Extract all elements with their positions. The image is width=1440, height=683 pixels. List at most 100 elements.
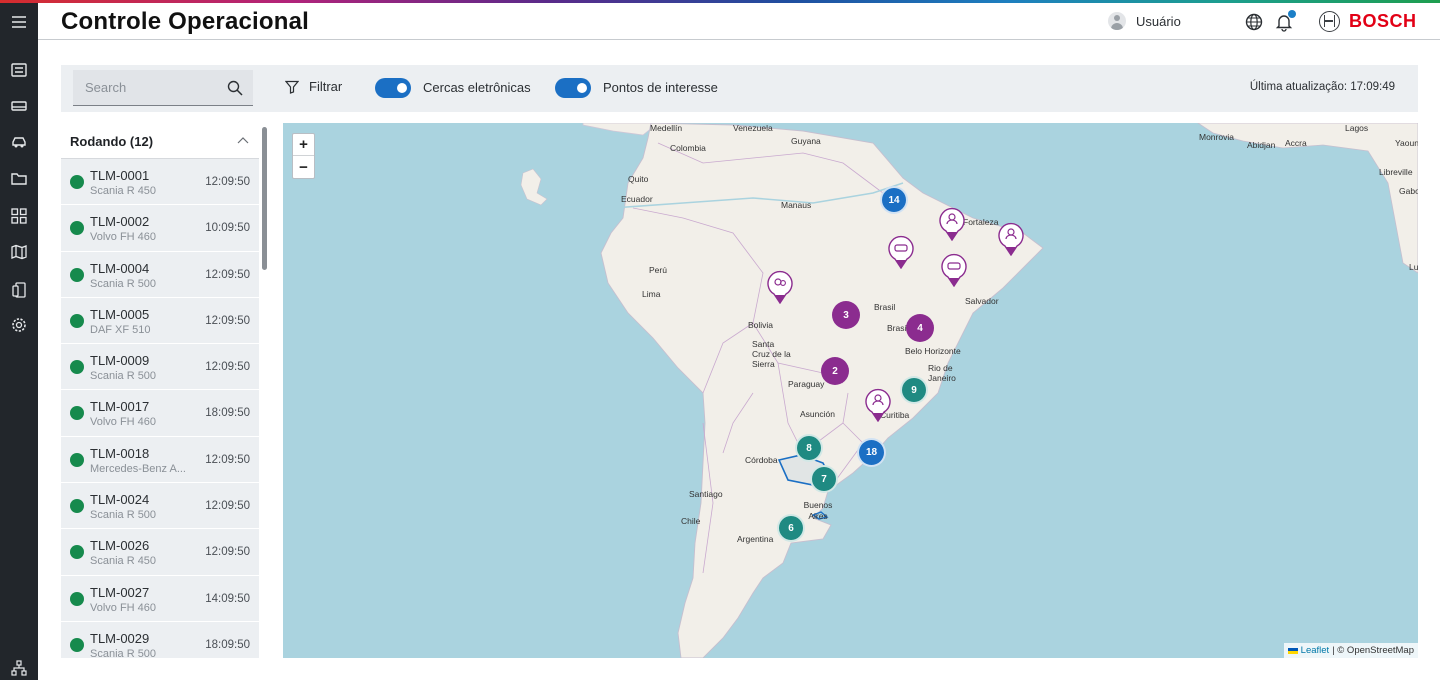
map-place: Lima bbox=[642, 289, 661, 299]
vehicle-row[interactable]: TLM-0018 Mercedes-Benz A... 12:09:50 bbox=[61, 436, 259, 484]
flag-icon bbox=[1287, 647, 1298, 654]
map-place: Libreville bbox=[1379, 167, 1413, 177]
vehicle-row[interactable]: TLM-0002 Volvo FH 460 10:09:50 bbox=[61, 205, 259, 252]
map-view[interactable]: Medellín Venezuela Guyana Colombia Quito… bbox=[283, 123, 1418, 658]
cluster-marker[interactable]: 7 bbox=[810, 465, 838, 493]
toggle-fences[interactable] bbox=[375, 78, 411, 98]
poi-pin-icon[interactable] bbox=[938, 207, 966, 241]
user-menu[interactable]: Usuário bbox=[1108, 12, 1181, 30]
status-dot bbox=[70, 406, 84, 421]
vehicle-time: 12:09:50 bbox=[205, 453, 250, 466]
vehicle-model: Scania R 500 bbox=[90, 370, 157, 383]
map-attribution: Leaflet | © OpenStreetMap bbox=[1283, 643, 1418, 658]
map-place: Bolivia bbox=[748, 320, 774, 330]
map-tiles bbox=[520, 123, 1418, 658]
map-place: Guyana bbox=[791, 136, 821, 146]
map-place: Buenos Aires bbox=[803, 500, 833, 521]
search-icon[interactable] bbox=[226, 79, 244, 97]
map-icon[interactable] bbox=[0, 237, 38, 267]
status-dot bbox=[70, 360, 84, 375]
poi-pin-icon[interactable] bbox=[766, 270, 794, 304]
chevron-up-icon[interactable] bbox=[237, 135, 249, 147]
group-header[interactable]: Rodando (12) bbox=[61, 123, 259, 159]
filter-button[interactable]: Filtrar bbox=[285, 79, 342, 94]
vehicle-row[interactable]: TLM-0017 Volvo FH 460 18:09:50 bbox=[61, 390, 259, 437]
map-place: Gabo bbox=[1399, 186, 1418, 196]
status-dot bbox=[70, 545, 84, 560]
cluster-marker[interactable]: 8 bbox=[795, 434, 823, 462]
leaflet-link[interactable]: Leaflet bbox=[1301, 645, 1330, 656]
vehicle-time: 12:09:50 bbox=[205, 500, 250, 513]
globe-icon[interactable] bbox=[1244, 12, 1264, 32]
header: Controle Operacional Usuário BOSCH bbox=[38, 3, 1440, 40]
toggle-poi[interactable] bbox=[555, 78, 591, 98]
map-place: Quito bbox=[628, 174, 649, 184]
bosch-armature-icon bbox=[1319, 11, 1340, 32]
map-place: Córdoba bbox=[745, 455, 778, 465]
hierarchy-icon[interactable] bbox=[0, 653, 38, 683]
cluster-marker[interactable]: 18 bbox=[857, 438, 886, 467]
map-place: Asunción bbox=[800, 409, 835, 419]
truck-icon[interactable] bbox=[0, 91, 38, 121]
settings-icon[interactable] bbox=[0, 310, 38, 340]
folder-icon[interactable] bbox=[0, 163, 38, 193]
cluster-marker[interactable]: 9 bbox=[900, 376, 928, 404]
cluster-marker[interactable]: 14 bbox=[880, 186, 908, 214]
vehicle-model: Mercedes-Benz A... bbox=[90, 462, 186, 475]
vehicle-id: TLM-0026 bbox=[90, 538, 150, 554]
poi-pin-icon[interactable] bbox=[864, 388, 892, 422]
vehicle-time: 14:09:50 bbox=[205, 592, 250, 605]
vehicle-row[interactable]: TLM-0026 Scania R 450 12:09:50 bbox=[61, 529, 259, 576]
map-place: Venezuela bbox=[733, 123, 773, 133]
vehicle-model: Volvo FH 460 bbox=[90, 601, 157, 614]
cluster-marker[interactable]: 3 bbox=[832, 301, 860, 329]
vehicle-id: TLM-0009 bbox=[90, 353, 150, 369]
status-dot bbox=[70, 221, 84, 236]
brand-name: BOSCH bbox=[1349, 11, 1417, 31]
cluster-marker[interactable]: 2 bbox=[821, 357, 849, 385]
list-scrollbar[interactable] bbox=[262, 127, 267, 270]
car-icon[interactable] bbox=[0, 127, 38, 157]
map-place: Argentina bbox=[737, 534, 774, 544]
vehicle-row[interactable]: TLM-0027 Volvo FH 460 14:09:50 bbox=[61, 575, 259, 622]
vehicle-row[interactable]: TLM-0009 Scania R 500 12:09:50 bbox=[61, 344, 259, 391]
poi-pin-icon[interactable] bbox=[887, 235, 915, 269]
search-placeholder: Search bbox=[85, 80, 127, 95]
status-dot bbox=[70, 591, 84, 606]
cluster-marker[interactable]: 6 bbox=[777, 514, 805, 542]
cluster-marker[interactable]: 4 bbox=[906, 314, 934, 342]
status-dot bbox=[70, 175, 84, 189]
vehicle-time: 12:09:50 bbox=[205, 546, 250, 559]
vehicle-model: Volvo FH 460 bbox=[90, 416, 157, 429]
bell-icon[interactable] bbox=[1274, 10, 1296, 32]
menu-icon[interactable] bbox=[0, 7, 38, 37]
vehicle-time: 12:09:50 bbox=[205, 176, 250, 188]
vehicle-model: Scania R 500 bbox=[90, 509, 157, 522]
zoom-out-button[interactable]: − bbox=[293, 156, 314, 178]
dashboard-icon[interactable] bbox=[0, 55, 38, 85]
vehicle-time: 12:09:50 bbox=[205, 361, 250, 374]
map-place: Chile bbox=[681, 516, 701, 526]
zoom-control: + − bbox=[292, 133, 315, 179]
vehicle-row[interactable]: TLM-0024 Scania R 500 12:09:50 bbox=[61, 483, 259, 530]
map-place: Colombia bbox=[670, 143, 706, 153]
vehicle-row[interactable]: TLM-0004 Scania R 500 12:09:50 bbox=[61, 251, 259, 298]
vehicle-id: TLM-0002 bbox=[90, 214, 150, 230]
vehicle-row[interactable]: TLM-0005 DAF XF 510 12:09:50 bbox=[61, 297, 259, 345]
search-input[interactable]: Search bbox=[73, 70, 253, 106]
vehicle-row[interactable]: TLM-0029 Scania R 500 18:09:50 bbox=[61, 621, 259, 658]
devices-icon[interactable] bbox=[0, 275, 38, 305]
grid-icon[interactable] bbox=[0, 201, 38, 231]
poi-pin-icon[interactable] bbox=[997, 222, 1025, 256]
bosch-logo: BOSCH bbox=[1319, 11, 1417, 32]
vehicle-time: 10:09:50 bbox=[205, 222, 250, 235]
map-place: Abidjan bbox=[1247, 140, 1276, 150]
map-place: Yaoun bbox=[1395, 138, 1418, 148]
map-place: Salvador bbox=[965, 296, 999, 306]
zoom-in-button[interactable]: + bbox=[293, 134, 314, 156]
sidebar bbox=[0, 3, 38, 680]
status-dot bbox=[70, 637, 84, 652]
vehicle-row[interactable]: TLM-0001 Scania R 450 12:09:50 bbox=[61, 159, 259, 206]
poi-pin-icon[interactable] bbox=[940, 253, 968, 287]
notification-dot bbox=[1288, 10, 1296, 18]
